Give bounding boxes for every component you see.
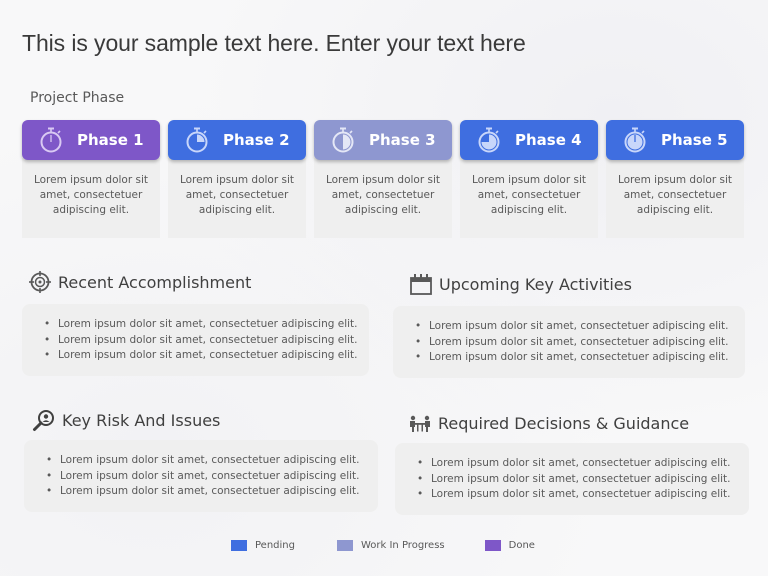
legend-item-done: Done [484,540,535,551]
phase-label: Phase 5 [661,131,728,149]
phase-description: Lorem ipsum dolor sit amet, consectetuer… [606,158,744,238]
list-item: Lorem ipsum dolor sit amet, consectetuer… [415,319,731,335]
list-item: Lorem ipsum dolor sit amet, consectetuer… [417,472,735,488]
phase-card: Phase 4 Lorem ipsum dolor sit amet, cons… [460,120,598,238]
list-item: Lorem ipsum dolor sit amet, consectetuer… [44,317,358,333]
phase-header[interactable]: Phase 2 [168,120,306,160]
phase-label: Phase 2 [223,131,290,149]
legend-swatch [336,540,353,551]
project-phase-label: Project Phase [30,90,125,106]
phase-label: Phase 1 [77,131,144,149]
magnifier-person-icon [33,410,54,431]
phase-row: Phase 1 Lorem ipsum dolor sit amet, cons… [22,120,744,238]
section-title: Required Decisions & Guidance [438,413,690,433]
bullet-list: Lorem ipsum dolor sit amet, consectetuer… [22,304,369,376]
phase-card: Phase 1 Lorem ipsum dolor sit amet, cons… [22,120,160,238]
phase-label: Phase 3 [369,131,436,149]
legend-label: Work In Progress [360,540,445,551]
phase-header[interactable]: Phase 5 [606,120,744,160]
phase-description: Lorem ipsum dolor sit amet, consectetuer… [22,158,160,238]
stopwatch-icon [478,127,500,153]
list-item: Lorem ipsum dolor sit amet, consectetuer… [415,335,731,351]
stopwatch-icon [624,127,646,153]
list-item: Lorem ipsum dolor sit amet, consectetuer… [417,487,735,503]
section-title: Key Risk And Issues [62,410,221,430]
phase-card: Phase 5 Lorem ipsum dolor sit amet, cons… [606,120,744,238]
section-title: Upcoming Key Activities [439,274,632,294]
phase-card: Phase 2 Lorem ipsum dolor sit amet, cons… [168,120,306,238]
target-icon [29,271,51,293]
stopwatch-icon [186,127,208,153]
legend-label: Pending [255,540,295,551]
list-item: Lorem ipsum dolor sit amet, consectetuer… [46,469,364,485]
phase-header[interactable]: Phase 3 [314,120,452,160]
legend-label: Done [508,540,535,551]
section-title: Recent Accomplishment [58,272,252,292]
key-risks-section: Key Risk And Issues Lorem ipsum dolor si… [24,406,378,512]
phase-header[interactable]: Phase 4 [460,120,598,160]
list-item: Lorem ipsum dolor sit amet, consectetuer… [46,453,364,469]
status-legend: Pending Work In Progress Done [231,540,535,551]
list-item: Lorem ipsum dolor sit amet, consectetuer… [44,348,358,364]
recent-accomplishment-section: Recent Accomplishment Lorem ipsum dolor … [22,268,369,376]
list-item: Lorem ipsum dolor sit amet, consectetuer… [44,333,358,349]
legend-item-work-in-progress: Work In Progress [336,540,445,551]
stopwatch-icon [332,127,354,153]
list-item: Lorem ipsum dolor sit amet, consectetuer… [417,456,735,472]
list-item: Lorem ipsum dolor sit amet, consectetuer… [415,350,731,366]
bullet-list: Lorem ipsum dolor sit amet, consectetuer… [393,306,745,378]
upcoming-activities-section: Upcoming Key Activities Lorem ipsum dolo… [393,270,745,378]
bullet-list: Lorem ipsum dolor sit amet, consectetuer… [24,440,378,512]
legend-item-pending: Pending [231,540,295,551]
meeting-icon [410,415,430,432]
phase-description: Lorem ipsum dolor sit amet, consectetuer… [168,158,306,238]
phase-label: Phase 4 [515,131,582,149]
legend-swatch [484,540,501,551]
stopwatch-icon [40,127,62,153]
phase-card: Phase 3 Lorem ipsum dolor sit amet, cons… [314,120,452,238]
legend-swatch [231,540,247,551]
bullet-list: Lorem ipsum dolor sit amet, consectetuer… [395,443,749,515]
required-decisions-section: Required Decisions & Guidance Lorem ipsu… [395,409,749,515]
phase-description: Lorem ipsum dolor sit amet, consectetuer… [314,158,452,238]
page-title: This is your sample text here. Enter you… [22,30,526,56]
phase-description: Lorem ipsum dolor sit amet, consectetuer… [460,158,598,238]
calendar-icon [410,274,432,295]
phase-header[interactable]: Phase 1 [22,120,160,160]
list-item: Lorem ipsum dolor sit amet, consectetuer… [46,484,364,500]
